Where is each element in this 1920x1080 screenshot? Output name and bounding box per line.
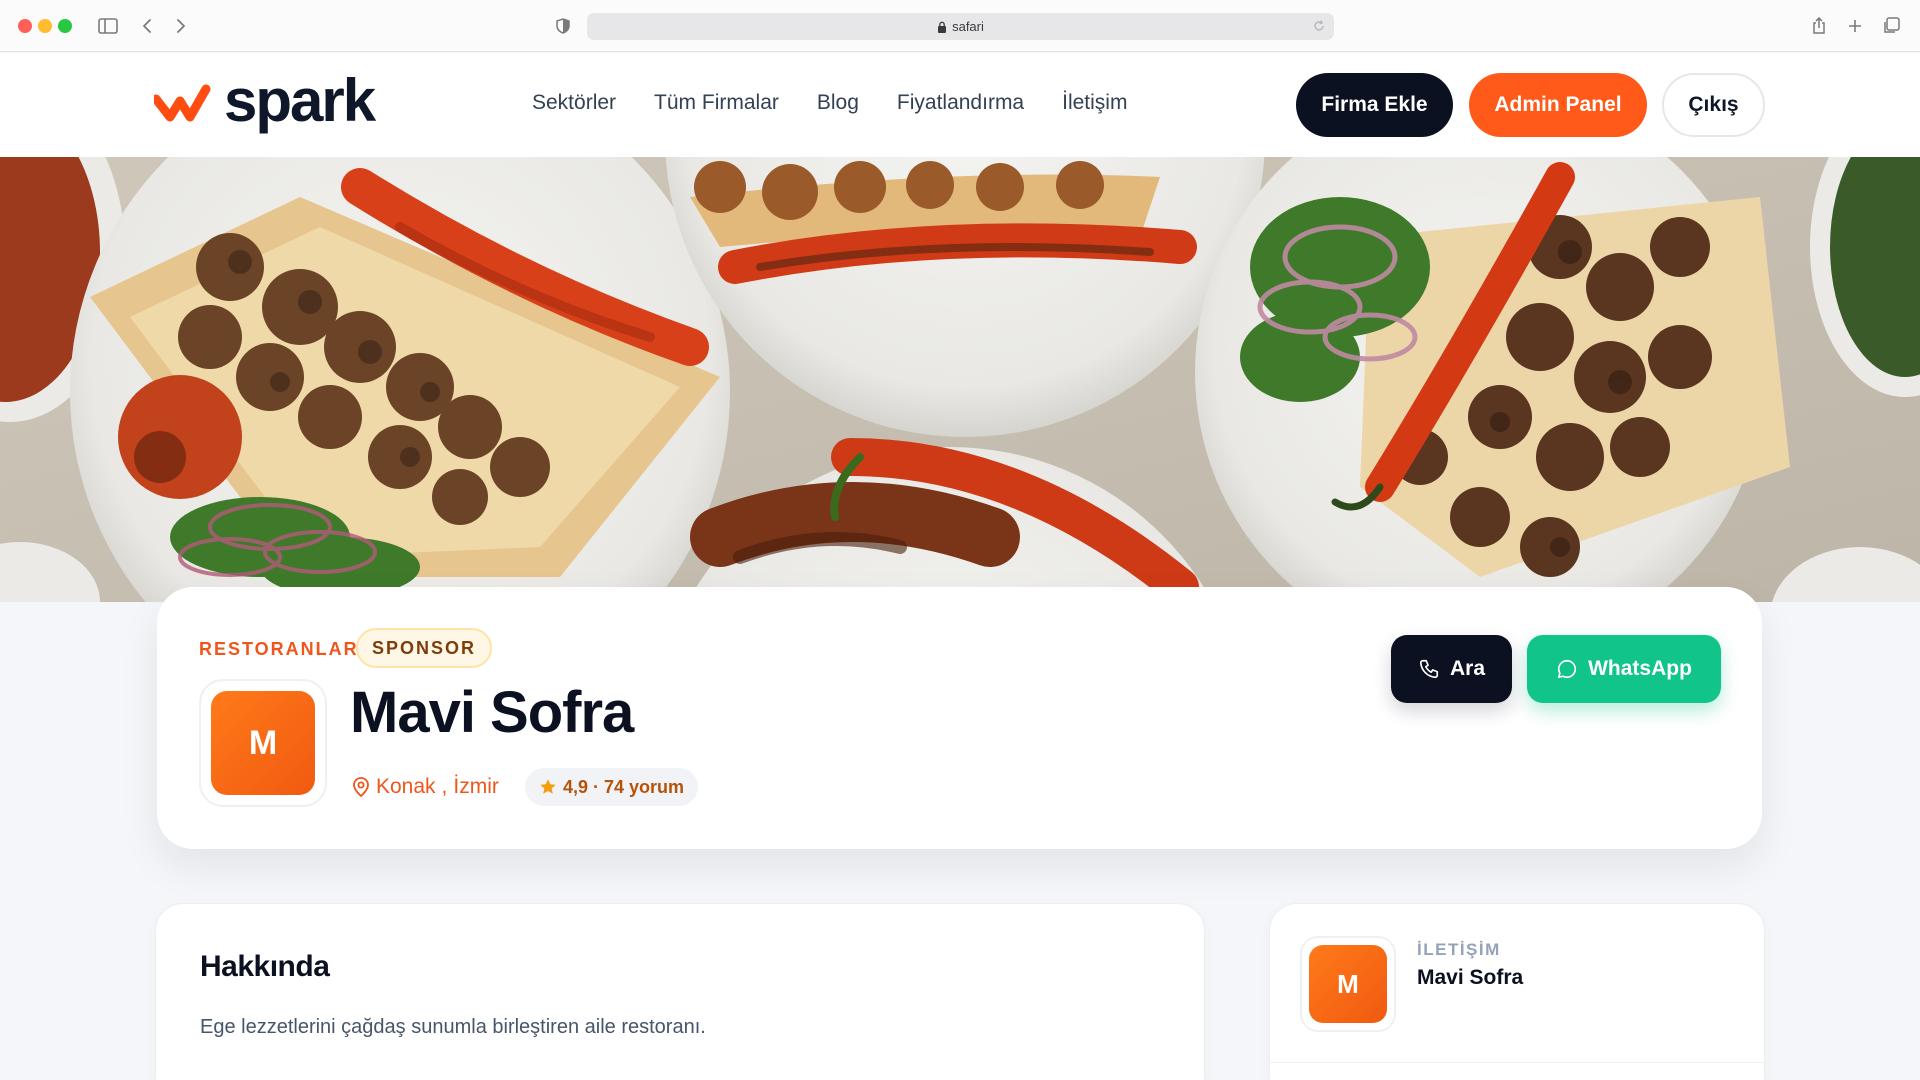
category-link[interactable]: RESTORANLAR — [199, 639, 359, 660]
sidebar-icon[interactable] — [95, 13, 121, 39]
contact-avatar: M — [1300, 936, 1396, 1032]
rating-badge[interactable]: 4,9 · 74 yorum — [525, 768, 699, 806]
company-name: Mavi Sofra — [350, 680, 634, 745]
nav-blog[interactable]: Blog — [817, 91, 859, 115]
lock-icon — [938, 21, 947, 33]
whatsapp-button[interactable]: WhatsApp — [1527, 635, 1721, 703]
close-window-button[interactable] — [18, 19, 32, 33]
tabs-icon[interactable] — [1878, 13, 1904, 39]
whatsapp-button-label: WhatsApp — [1588, 657, 1692, 680]
contact-divider — [1270, 1062, 1766, 1063]
company-avatar-letter: M — [211, 691, 315, 795]
shield-icon[interactable] — [550, 13, 576, 39]
city-link[interactable]: İzmir — [453, 775, 499, 799]
company-avatar: M — [199, 679, 327, 807]
company-location: Konak , İzmir — [352, 775, 499, 799]
whatsapp-icon — [1558, 659, 1577, 679]
location-separator: , — [441, 775, 448, 798]
contact-company-name: Mavi Sofra — [1417, 966, 1524, 989]
district-link[interactable]: Konak — [376, 775, 436, 799]
contact-card: M İLETİŞİM Mavi Sofra — [1269, 903, 1766, 1080]
nav-sectors[interactable]: Sektörler — [532, 91, 616, 115]
hero-image — [0, 157, 1920, 602]
food-plates-illustration — [0, 157, 1920, 602]
maximize-window-button[interactable] — [58, 19, 72, 33]
call-button[interactable]: Ara — [1391, 635, 1512, 703]
logout-button[interactable]: Çıkış — [1662, 73, 1765, 137]
call-button-label: Ara — [1449, 657, 1486, 680]
spark-logo[interactable]: spark — [154, 67, 376, 135]
forward-icon[interactable] — [168, 13, 194, 39]
phone-icon — [1419, 659, 1439, 679]
url-text: safari — [952, 19, 984, 34]
company-profile-card: RESTORANLAR SPONSOR M Mavi Sofra Konak ,… — [157, 587, 1762, 849]
browser-toolbar: safari — [0, 0, 1920, 52]
sponsor-badge: SPONSOR — [356, 628, 493, 668]
nav-contact[interactable]: İletişim — [1062, 91, 1127, 115]
minimize-window-button[interactable] — [38, 19, 52, 33]
rating-text: 4,9 · 74 yorum — [563, 776, 685, 797]
about-card: Hakkında Ege lezzetlerini çağdaş sunumla… — [155, 903, 1205, 1080]
contact-label: İLETİŞİM — [1417, 940, 1501, 959]
share-icon[interactable] — [1806, 13, 1832, 39]
main-nav: Sektörler Tüm Firmalar Blog Fiyatlandırm… — [532, 91, 1127, 115]
star-icon — [540, 779, 556, 794]
map-pin-icon — [353, 777, 369, 797]
back-icon[interactable] — [134, 13, 160, 39]
contact-avatar-letter: M — [1309, 945, 1387, 1023]
admin-panel-button[interactable]: Admin Panel — [1469, 73, 1647, 137]
add-company-button[interactable]: Firma Ekle — [1296, 73, 1453, 137]
address-bar[interactable]: safari — [587, 13, 1334, 40]
nav-all-companies[interactable]: Tüm Firmalar — [654, 91, 779, 115]
about-title: Hakkında — [200, 950, 330, 983]
reload-icon[interactable] — [1312, 19, 1326, 33]
site-header: spark Sektörler Tüm Firmalar Blog Fiyatl… — [0, 53, 1920, 157]
about-text: Ege lezzetlerini çağdaş sunumla birleşti… — [200, 1016, 706, 1038]
nav-pricing[interactable]: Fiyatlandırma — [897, 91, 1024, 115]
spark-logo-mark-icon — [154, 84, 211, 122]
logo-text: spark — [224, 67, 376, 134]
new-tab-icon[interactable] — [1842, 13, 1868, 39]
